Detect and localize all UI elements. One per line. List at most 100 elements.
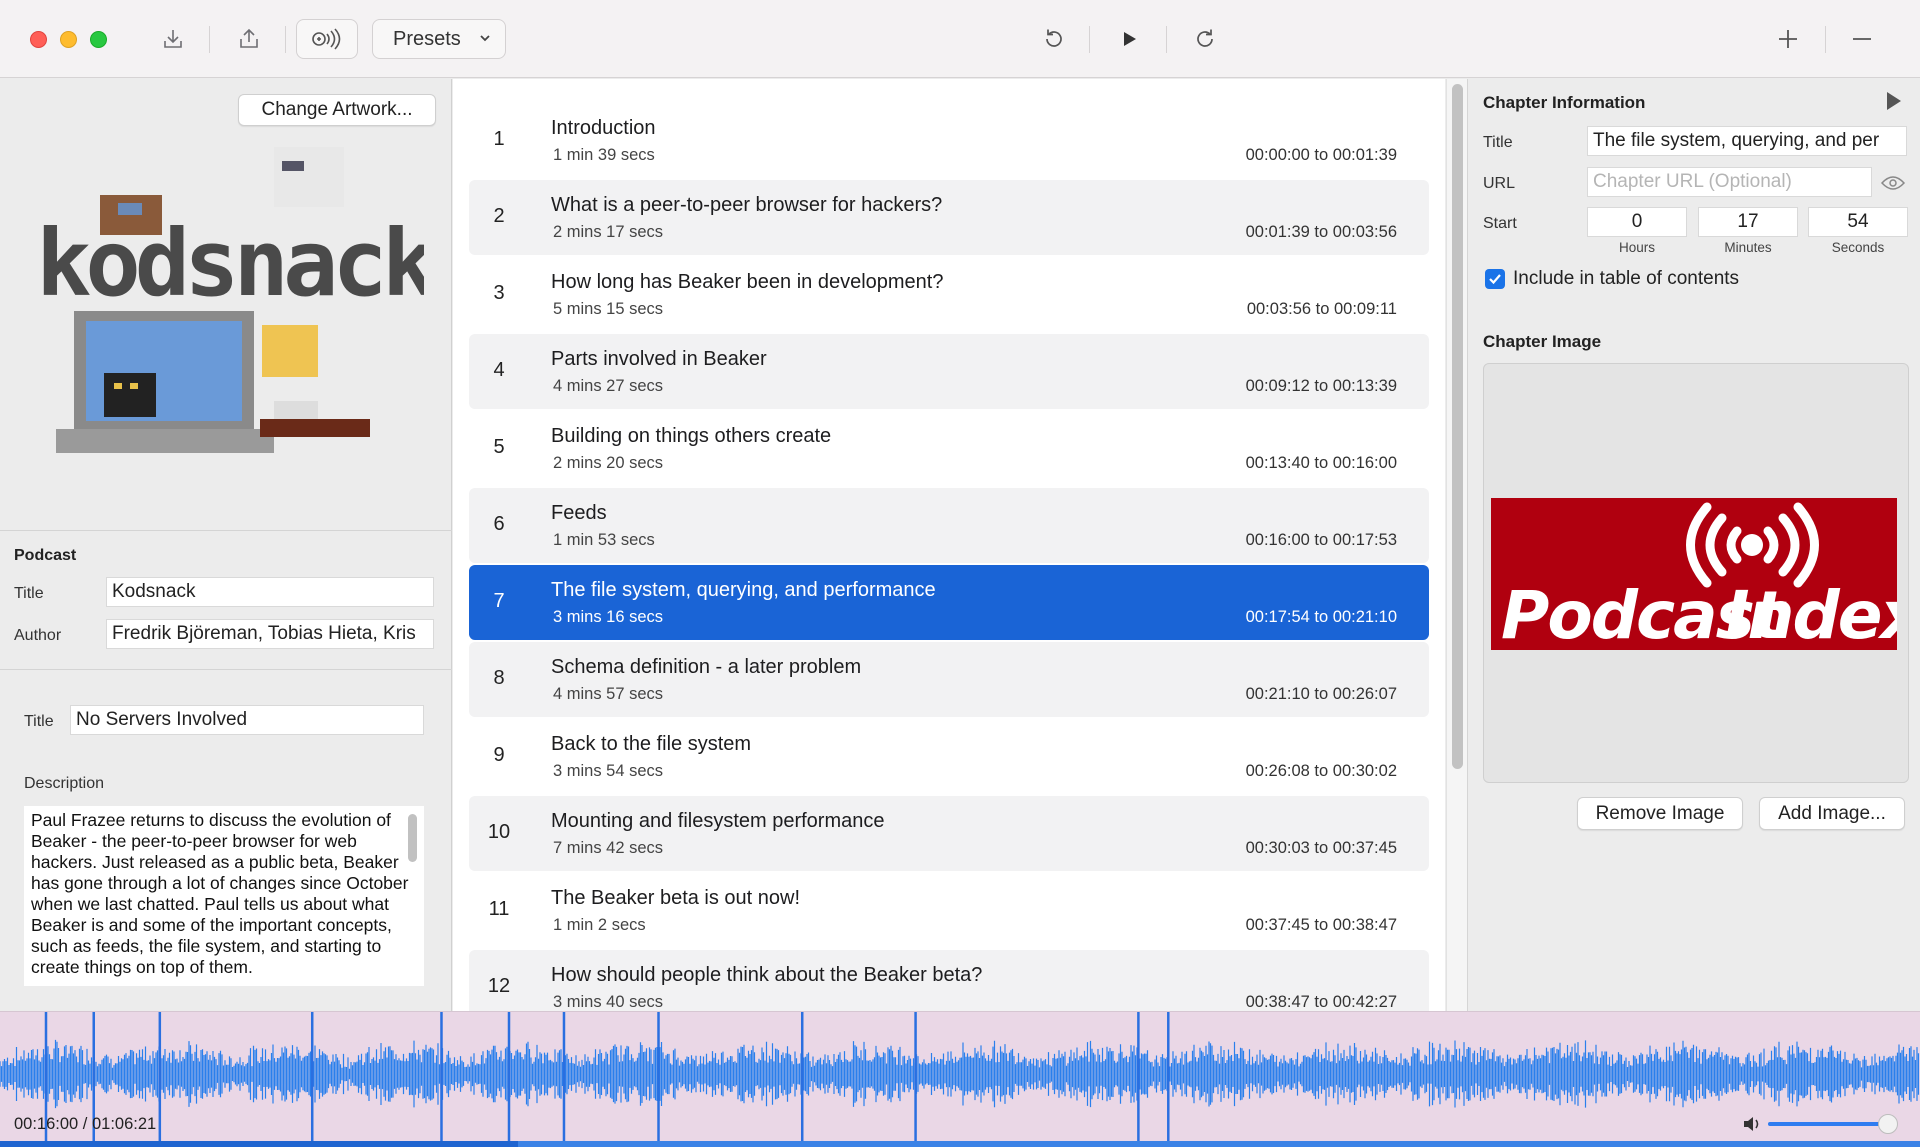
podcast-section-label: Podcast [14, 547, 77, 564]
waveform-timeline[interactable]: 00:16:00 / 01:06:21 [0, 1011, 1920, 1147]
podcast-artwork: kodsnack [36, 147, 424, 453]
artwork-area: Change Artwork... kodsnack [0, 79, 452, 531]
chapter-url-field[interactable]: Chapter URL (Optional) [1587, 167, 1872, 197]
play-chapter-icon[interactable] [1887, 92, 1901, 110]
podcast-title-label: Title [14, 585, 44, 602]
minutes-caption: Minutes [1724, 240, 1772, 255]
play-button[interactable] [1114, 20, 1144, 58]
remove-image-button[interactable]: Remove Image [1577, 797, 1743, 830]
chapter-title: Introduction [551, 117, 656, 139]
import-button[interactable] [158, 20, 188, 58]
chapter-list-scrollbar[interactable] [1452, 84, 1463, 769]
chapter-title: The Beaker beta is out now! [551, 887, 801, 909]
chapter-row[interactable]: 2 What is a peer-to-peer browser for hack… [469, 180, 1429, 255]
description-label: Description [24, 775, 105, 792]
time-display: 00:16:00 / 01:06:21 [14, 1115, 157, 1133]
chapter-number: 8 [493, 667, 505, 689]
chapter-row[interactable]: 8 Schema definition - a later problem 4 mi… [469, 642, 1429, 717]
chapter-time-range: 00:16:00 to 00:17:53 [1245, 531, 1397, 549]
chapter-number: 2 [493, 205, 505, 227]
chapter-duration: 1 min 39 secs [553, 146, 655, 164]
speaker-icon[interactable] [1742, 1115, 1762, 1133]
play-icon [1124, 32, 1136, 46]
skip-forward-button[interactable] [1190, 20, 1220, 58]
chapter-duration: 4 mins 27 secs [553, 377, 664, 395]
chapter-title: Schema definition - a later problem [551, 656, 862, 678]
description-textarea[interactable]: Paul Frazee returns to discuss the evolu… [24, 806, 424, 986]
chapter-row[interactable]: 9 Back to the file system 3 mins 54 secs 00… [469, 719, 1429, 794]
chapter-time-range: 00:13:40 to 00:16:00 [1245, 454, 1397, 472]
chapter-duration: 2 mins 20 secs [553, 454, 664, 472]
eye-icon[interactable] [1881, 175, 1905, 191]
chapter-start-label: Start [1483, 215, 1517, 232]
chapter-row[interactable]: 3 How long has Beaker been in development… [469, 257, 1429, 332]
chapter-row[interactable]: 10 Mounting and filesystem performance 7 m… [469, 796, 1429, 871]
change-artwork-button[interactable]: Change Artwork... [238, 94, 436, 126]
skip-back-button[interactable] [1039, 20, 1069, 58]
chapter-title: What is a peer-to-peer browser for hacke… [551, 194, 943, 216]
chapter-number: 3 [493, 282, 505, 304]
chapter-time-range: 00:30:03 to 00:37:45 [1245, 839, 1397, 857]
chapter-duration: 2 mins 17 secs [553, 223, 664, 241]
minimize-window-button[interactable] [60, 31, 77, 48]
logo-word-index: Index [1725, 577, 1897, 650]
toolbar: Presets [0, 0, 1920, 78]
description-scrollbar[interactable] [408, 814, 417, 862]
chapter-info-panel: Chapter Information Title The file syste… [1469, 79, 1920, 1011]
chapter-duration: 5 mins 15 secs [553, 300, 664, 318]
chapter-url-label: URL [1483, 175, 1516, 192]
chapter-title-field[interactable]: The file system, querying, and per [1587, 126, 1907, 156]
start-minutes-field[interactable]: 17 [1698, 207, 1798, 237]
zoom-window-button[interactable] [90, 31, 107, 48]
waveform-path [0, 1039, 1920, 1109]
include-toc-checkbox[interactable] [1485, 269, 1505, 289]
share-icon [240, 28, 258, 48]
volume-slider[interactable] [1768, 1122, 1886, 1126]
section-divider [0, 669, 452, 670]
podcast-broadcast-button[interactable] [296, 19, 358, 59]
chapter-row[interactable]: 6 Feeds 1 min 53 secs 00:16:00 to 00:17:53 [469, 488, 1429, 563]
start-seconds-field[interactable]: 54 [1808, 207, 1908, 237]
volume-slider-knob[interactable] [1878, 1114, 1898, 1134]
chapter-title: Parts involved in Beaker [551, 348, 767, 370]
add-chapter-button[interactable] [1772, 20, 1804, 58]
chapter-number: 5 [493, 436, 505, 458]
plus-icon [1779, 30, 1797, 48]
podcast-author-label: Author [14, 627, 62, 644]
waveform-graph[interactable] [0, 1012, 1920, 1147]
playback-progress-fill [0, 1141, 519, 1147]
artwork-cat-yellow [262, 325, 318, 377]
fast-forward-icon [1197, 29, 1213, 47]
seconds-caption: Seconds [1831, 240, 1885, 255]
chapter-row[interactable]: 11 The Beaker beta is out now! 1 min 2 sec… [469, 873, 1429, 948]
chapter-row[interactable]: 1 Introduction 1 min 39 secs 00:00:00 to 00… [469, 103, 1429, 178]
remove-chapter-button[interactable] [1846, 20, 1878, 58]
chapter-title: Feeds [551, 502, 607, 524]
chapter-time-range: 00:03:56 to 00:09:11 [1246, 300, 1397, 318]
chapter-duration: 3 mins 16 secs [553, 608, 664, 626]
podcast-title-field[interactable]: Kodsnack [106, 577, 434, 607]
toolbar-separator [1166, 26, 1167, 53]
chapter-row[interactable]: 5 Building on things others create 2 mins … [469, 411, 1429, 486]
add-image-button[interactable]: Add Image... [1759, 797, 1905, 830]
chapter-row[interactable]: 4 Parts involved in Beaker 4 mins 27 secs 0… [469, 334, 1429, 409]
close-window-button[interactable] [30, 31, 47, 48]
chapter-title-label: Title [1483, 134, 1513, 151]
toolbar-separator [1825, 26, 1826, 53]
chapter-time-range: 00:26:08 to 00:30:02 [1245, 762, 1397, 780]
start-hours-field[interactable]: 0 [1587, 207, 1687, 237]
episode-title-field[interactable]: No Servers Involved [70, 705, 424, 735]
chapter-duration: 1 min 2 secs [553, 916, 646, 934]
presets-dropdown[interactable]: Presets [372, 19, 506, 59]
checkmark-icon [1489, 274, 1501, 285]
chapter-number: 4 [493, 359, 505, 381]
chapter-number: 10 [487, 821, 511, 843]
chapter-time-range: 00:37:45 to 00:38:47 [1245, 916, 1397, 934]
chapter-row[interactable]: 7 The file system, querying, and performa… [469, 565, 1429, 640]
artwork-cat-white [274, 147, 344, 207]
chapter-row[interactable]: 12 How should people think about the Beak… [469, 950, 1429, 1011]
chapter-number: 12 [487, 975, 511, 997]
export-button[interactable] [234, 20, 264, 58]
chapter-image: Podcast Index [1491, 498, 1897, 650]
podcast-author-field[interactable]: Fredrik Björeman, Tobias Hieta, Kris [106, 619, 434, 649]
